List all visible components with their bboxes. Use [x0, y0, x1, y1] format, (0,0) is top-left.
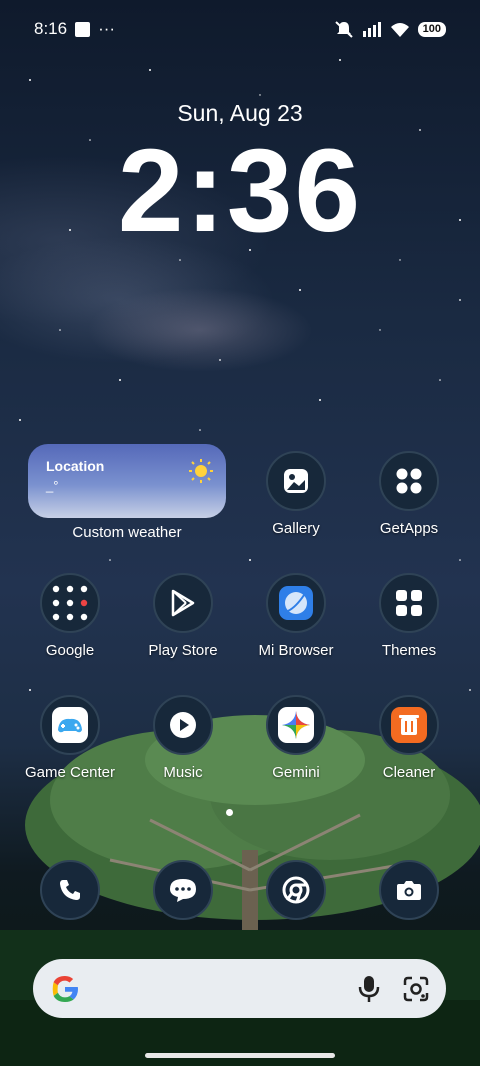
- themes-icon: [379, 573, 439, 633]
- app-label: Game Center: [24, 764, 116, 781]
- voice-search-button[interactable]: [358, 975, 380, 1003]
- app-label: Mi Browser: [258, 642, 334, 659]
- google-g-icon: [52, 975, 78, 1002]
- app-label: Cleaner: [382, 764, 436, 781]
- battery-indicator: 100: [417, 21, 446, 37]
- weather-widget[interactable]: Location _°: [28, 444, 226, 518]
- gesture-home-bar[interactable]: [145, 1053, 335, 1058]
- app-mi-browser[interactable]: Mi Browser: [242, 573, 350, 659]
- app-label: Themes: [381, 642, 437, 659]
- chrome-icon: [266, 860, 326, 920]
- weather-temperature: _°: [46, 478, 59, 493]
- folder-google[interactable]: Google: [16, 573, 124, 659]
- more-notifications-icon: ···: [98, 19, 116, 38]
- messages-icon: [153, 860, 213, 920]
- google-folder-icon: [40, 573, 100, 633]
- app-label: Play Store: [148, 642, 218, 659]
- page-indicator-dot: [226, 809, 233, 816]
- getapps-icon: [379, 451, 439, 511]
- gemini-icon: [266, 695, 326, 755]
- app-gemini[interactable]: Gemini: [242, 695, 350, 781]
- status-bar: 8:16 ··· 100: [0, 0, 480, 58]
- music-icon: [153, 695, 213, 755]
- game-center-icon: [40, 695, 100, 755]
- app-cleaner[interactable]: Cleaner: [355, 695, 463, 781]
- app-label: GetApps: [379, 520, 439, 537]
- notification-icon: [75, 21, 91, 37]
- mute-icon: [334, 21, 353, 38]
- app-music[interactable]: Music: [129, 695, 237, 781]
- dock-chrome[interactable]: [242, 860, 350, 920]
- app-label: Gallery: [272, 520, 320, 537]
- phone-icon: [40, 860, 100, 920]
- mi-browser-icon: [266, 573, 326, 633]
- google-search-bar[interactable]: [33, 959, 446, 1018]
- dock-camera[interactable]: [355, 860, 463, 920]
- wifi-icon: [390, 23, 409, 37]
- weather-location: Location: [46, 458, 105, 474]
- app-themes[interactable]: Themes: [355, 573, 463, 659]
- lock-clock[interactable]: 2:36: [0, 132, 480, 250]
- dock-phone[interactable]: [16, 860, 124, 920]
- app-game-center[interactable]: Game Center: [16, 695, 124, 781]
- lens-search-button[interactable]: [402, 975, 430, 1003]
- mic-icon: [358, 975, 380, 1002]
- app-getapps[interactable]: GetApps: [355, 451, 463, 537]
- cleaner-icon: [379, 695, 439, 755]
- dock-messages[interactable]: [129, 860, 237, 920]
- app-play-store[interactable]: Play Store: [129, 573, 237, 659]
- app-label: Gemini: [272, 764, 320, 781]
- app-gallery[interactable]: Gallery: [242, 451, 350, 537]
- lock-date: Sun, Aug 23: [177, 100, 303, 126]
- status-time: 8:16: [34, 19, 68, 38]
- app-label: Music: [163, 764, 203, 781]
- signal-icon: [362, 22, 381, 37]
- sun-icon: [189, 459, 213, 483]
- camera-icon: [379, 860, 439, 920]
- lens-icon: [403, 976, 429, 1001]
- app-label: Google: [45, 642, 95, 659]
- gallery-icon: [266, 451, 326, 511]
- play-store-icon: [153, 573, 213, 633]
- weather-widget-label: Custom weather: [72, 524, 182, 541]
